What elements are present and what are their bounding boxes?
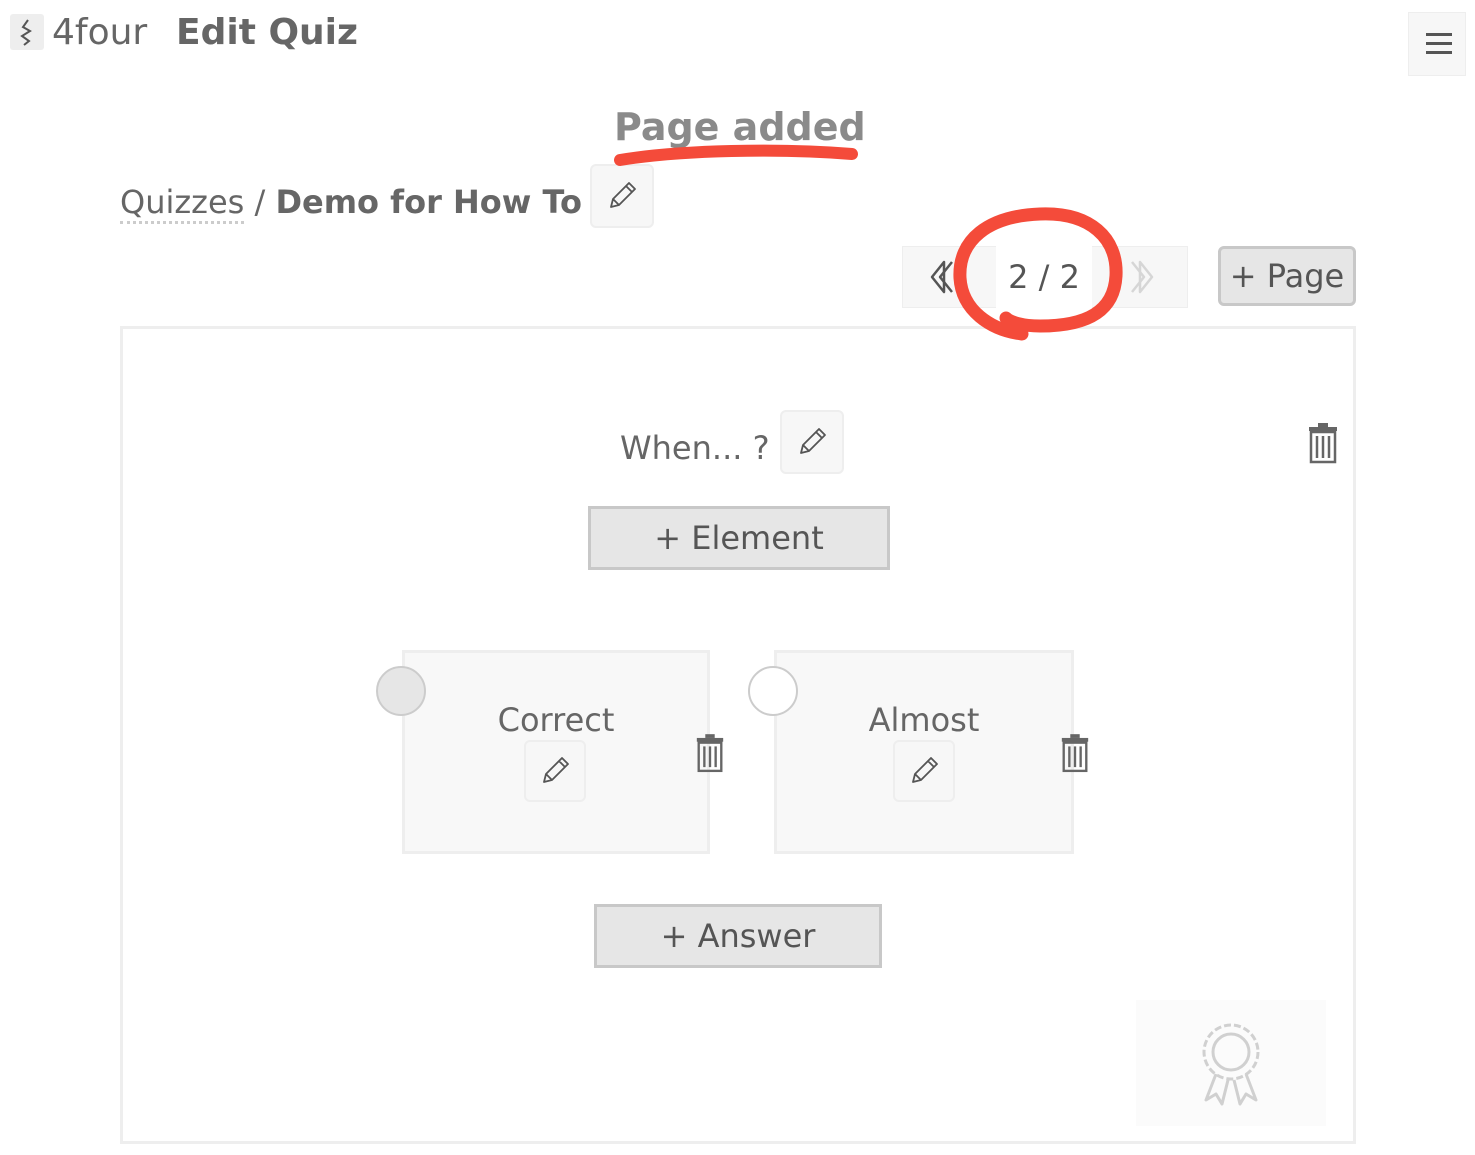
- breadcrumb-quizzes-link[interactable]: Quizzes: [120, 183, 245, 224]
- award-ribbon-icon: [1202, 1023, 1260, 1106]
- trash-icon: [696, 734, 724, 773]
- add-answer-button[interactable]: + Answer: [594, 904, 882, 968]
- delete-page-button[interactable]: [1306, 422, 1340, 464]
- previous-page-button[interactable]: [922, 258, 960, 296]
- app-logo-icon[interactable]: [10, 14, 44, 50]
- quiz-title: Demo for How To: [275, 183, 583, 221]
- chevron-right-icon: [1131, 260, 1154, 294]
- edit-answer-button[interactable]: [893, 740, 955, 802]
- award-button[interactable]: [1136, 1000, 1326, 1126]
- breadcrumb: Quizzes / Demo for How To: [120, 180, 582, 224]
- edit-answer-button[interactable]: [524, 740, 586, 802]
- add-page-button[interactable]: + Page: [1218, 246, 1356, 306]
- page-title: Edit Quiz: [176, 12, 358, 53]
- next-page-button[interactable]: [1124, 258, 1162, 296]
- annotation-underline: [614, 144, 858, 166]
- pencil-icon: [543, 757, 569, 783]
- trash-icon: [1061, 734, 1089, 773]
- answer-label: Almost: [868, 701, 980, 739]
- edit-question-button[interactable]: [780, 410, 844, 474]
- answer-label: Correct: [497, 701, 615, 739]
- pencil-icon: [912, 757, 938, 783]
- pencil-icon: [610, 182, 636, 208]
- add-element-button[interactable]: + Element: [588, 506, 890, 570]
- trash-icon: [1309, 423, 1337, 464]
- pencil-icon: [800, 428, 826, 454]
- page-indicator: 2 / 2: [996, 246, 1092, 308]
- app-name[interactable]: 4four: [52, 10, 147, 56]
- edit-quiz-title-button[interactable]: [590, 164, 654, 228]
- question-text: When... ?: [620, 429, 770, 467]
- breadcrumb-separator: /: [244, 183, 276, 221]
- menu-button[interactable]: [1408, 12, 1466, 76]
- delete-answer-button[interactable]: [694, 732, 726, 774]
- delete-answer-button[interactable]: [1059, 732, 1091, 774]
- chevron-left-icon: [930, 260, 953, 294]
- flash-message: Page added: [614, 105, 866, 149]
